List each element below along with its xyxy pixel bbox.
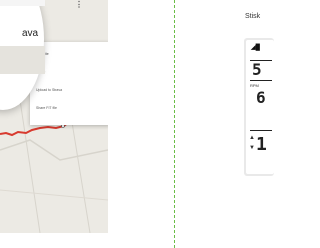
gear-icon: ▲ bbox=[249, 135, 255, 141]
device-screen: ◢█ 5 RPM 6 ▲ ▼ 1 bbox=[246, 40, 274, 174]
magnifier-header bbox=[0, 0, 45, 6]
bottom-digit: 1 bbox=[256, 134, 267, 155]
magnifier-text: ava bbox=[22, 28, 39, 39]
magnifier-map bbox=[0, 46, 45, 74]
signal-icon: ◢█ bbox=[251, 45, 260, 51]
more-options-icon[interactable]: ⋮ bbox=[75, 1, 83, 21]
menu-item-share-fit[interactable]: Share FIT file bbox=[36, 106, 57, 111]
lcd-separator bbox=[250, 80, 272, 81]
speed-digit: 5 bbox=[252, 60, 262, 79]
lcd-separator bbox=[250, 130, 272, 131]
cadence-digit: 6 bbox=[256, 88, 266, 107]
bike-computer: ◢█ 5 RPM 6 ▲ ▼ 1 bbox=[244, 38, 274, 176]
phone-screenshot: ⋮ Favorite Share Upload to Strava Share … bbox=[0, 0, 108, 248]
instruction-text: Stisk bbox=[245, 13, 261, 20]
arrow-icon: ▼ bbox=[249, 145, 255, 151]
section-divider bbox=[174, 0, 175, 248]
menu-item-upload-strava[interactable]: Upload to Strava bbox=[36, 88, 62, 93]
